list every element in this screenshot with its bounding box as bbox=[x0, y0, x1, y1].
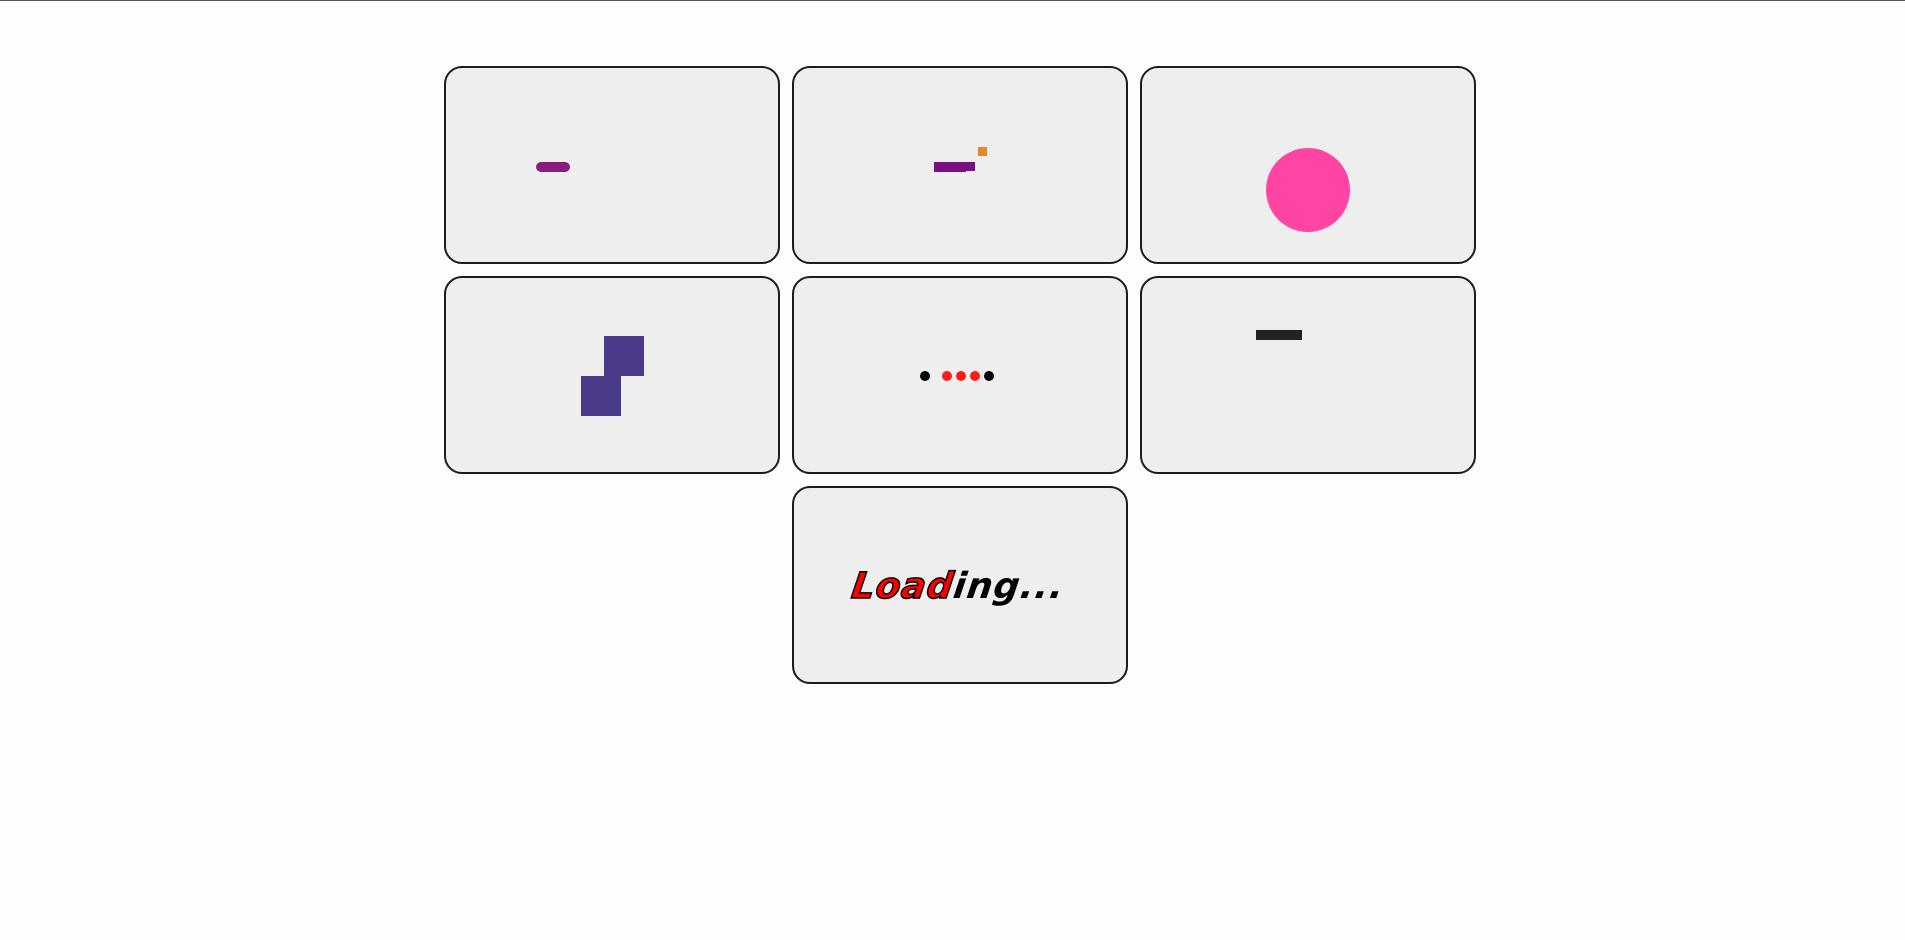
red-dot bbox=[942, 371, 952, 381]
purple-square-shape bbox=[966, 162, 975, 171]
top-divider bbox=[0, 0, 1905, 1]
pill-loader-shape bbox=[536, 162, 570, 172]
orange-square-shape bbox=[978, 147, 987, 156]
bar-loader-shape bbox=[934, 162, 966, 172]
loading-text-black-part: ing... bbox=[950, 566, 1068, 607]
loader-card-blocks bbox=[444, 276, 780, 474]
loader-card-circle bbox=[1140, 66, 1476, 264]
red-dot bbox=[956, 371, 966, 381]
dots-loader bbox=[920, 371, 994, 381]
loading-text: Loading... bbox=[848, 565, 1068, 608]
pink-circle-shape bbox=[1266, 148, 1350, 232]
loader-card-dots bbox=[792, 276, 1128, 474]
loader-grid: Loading... bbox=[444, 66, 1476, 684]
loader-card-bar-squares bbox=[792, 66, 1128, 264]
lower-block-shape bbox=[581, 376, 621, 416]
loader-card-text: Loading... bbox=[792, 486, 1128, 684]
dash-loader-shape bbox=[1256, 330, 1302, 340]
loader-card-pill bbox=[444, 66, 780, 264]
black-dot bbox=[984, 371, 994, 381]
loader-card-dash bbox=[1140, 276, 1476, 474]
black-dot bbox=[920, 371, 930, 381]
upper-block-shape bbox=[604, 336, 644, 376]
red-dot bbox=[970, 371, 980, 381]
loading-text-red-part: Load bbox=[848, 565, 957, 608]
